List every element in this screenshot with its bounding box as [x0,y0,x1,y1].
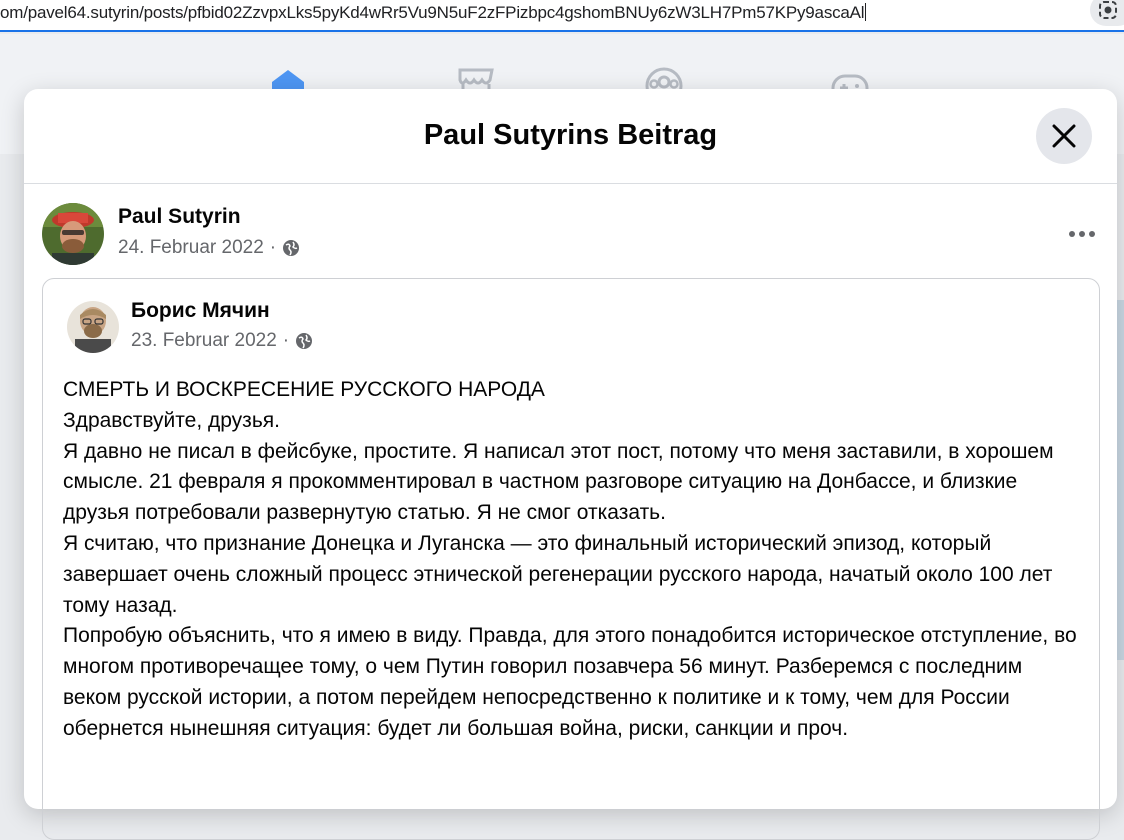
dialog-header: Paul Sutyrins Beitrag [24,89,1117,184]
author-avatar-image [42,203,104,265]
post-paragraph: Я давно не писал в фейсбуке, простите. Я… [63,439,1054,525]
shared-author-avatar-image [67,301,119,353]
shared-post-header: Борис Мячин 23. Februar 2022 · [67,299,967,355]
dialog-title: Paul Sutyrins Beitrag [423,119,718,151]
globe-icon [283,240,300,256]
shared-author-name[interactable]: Борис Мячин [131,299,270,323]
more-dot [1069,231,1075,237]
url-text: om/pavel64.sutyrin/posts/pfbid02ZzvpxLks… [0,3,865,22]
meta-separator: · [282,330,290,351]
shared-post-card[interactable]: Борис Мячин 23. Februar 2022 · СМЕРТЬ И … [42,278,1100,840]
browser-address-bar[interactable]: om/pavel64.sutyrin/posts/pfbid02ZzvpxLks… [0,0,1124,32]
post-header: Paul Sutyrin 24. Februar 2022 · [42,203,1102,267]
address-input[interactable]: om/pavel64.sutyrin/posts/pfbid02ZzvpxLks… [0,3,867,23]
post-dialog: Paul Sutyrins Beitrag Paul Sutyrin 24. F… [24,89,1117,840]
close-button[interactable] [1036,108,1092,164]
globe-icon [296,333,313,349]
shared-post-meta: 23. Februar 2022 · [131,330,313,352]
post-date[interactable]: 24. Februar 2022 [118,237,264,259]
post-body: СМЕРТЬ И ВОСКРЕСЕНИЕ РУССКОГО НАРОДА Здр… [63,375,1083,745]
shared-post-date[interactable]: 23. Februar 2022 [131,330,277,352]
more-options-button[interactable] [1062,219,1102,249]
meta-separator: · [269,237,277,258]
more-dot [1079,231,1085,237]
lens-button[interactable] [1090,0,1124,26]
post-meta: 24. Februar 2022 · [118,237,300,259]
author-name[interactable]: Paul Sutyrin [118,205,241,229]
avatar[interactable] [42,203,104,265]
avatar[interactable] [67,301,119,353]
post-paragraph: Я считаю, что признание Донецка и Луганс… [63,531,1053,617]
lens-icon [1099,1,1117,19]
close-icon [1052,124,1076,148]
text-caret [865,3,867,21]
more-dot [1089,231,1095,237]
post-heading: СМЕРТЬ И ВОСКРЕСЕНИЕ РУССКОГО НАРОДА [63,378,545,401]
post-paragraph: Здравствуйте, друзья. [63,408,280,432]
post-paragraph: Попробую объяснить, что я имею в виду. П… [63,624,1077,740]
